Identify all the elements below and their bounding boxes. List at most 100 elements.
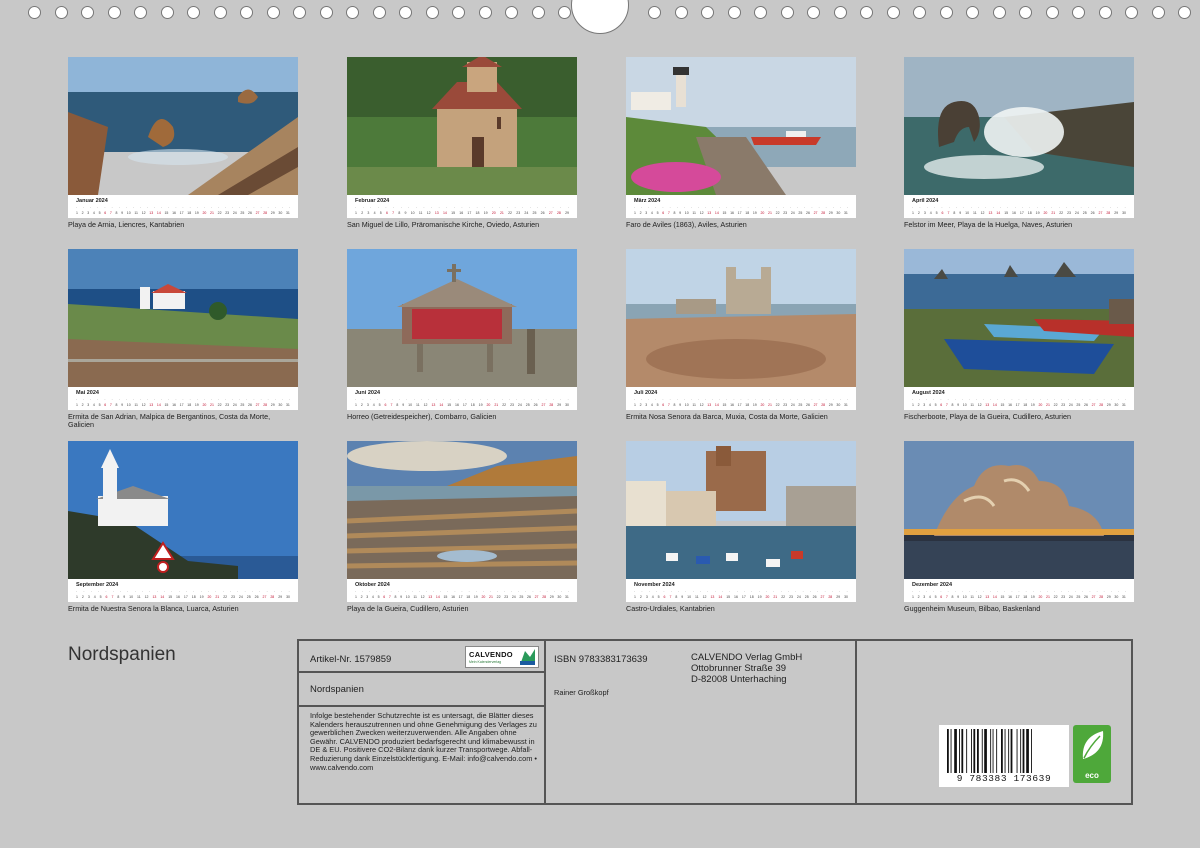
photo-march: [626, 57, 856, 195]
binding-hole: [505, 6, 518, 19]
binding-hole: [939, 6, 953, 19]
month-tile-january[interactable]: Januar 2024 · · · · · · · · · · · · · · · · · · · · · · · · · · · ·…: [68, 57, 298, 229]
binding-hole: [1178, 6, 1191, 19]
day-numbers: 1 2 3 4 5 6 7 8 9 10 11 12 13 14 15 16 17 18 19 20 21 22 23 24 2…: [634, 211, 848, 215]
day-numbers: 1 2 3 4 5 6 7 8 9 10 11 12 13 14 15 16 17 18 19 20 21 22 23 24 2…: [76, 595, 290, 599]
barcode-number: 9 783383 173639: [956, 773, 1052, 784]
calendar-grid: Dezember 2024 · · · · · · · · · · · · · · · · · · · · · · · · · ·…: [904, 579, 1134, 602]
legal-notice: Infolge bestehender Schutzrechte ist es …: [310, 711, 537, 772]
calendar-grid: Oktober 2024 · · · · · · · · · · · · · · · · · · · · · · · · · · ·…: [347, 579, 577, 602]
calendar-name: Nordspanien: [310, 684, 364, 695]
calendar-grid: Juni 2024 · · · · · · · · · · · · · · · · · · · · · · · · · · · · · ·…: [347, 387, 577, 410]
day-numbers: 1 2 3 4 5 6 7 8 9 10 11 12 13 14 15 16 17 18 19 20 21 22 23 24 2…: [912, 595, 1126, 599]
calvendo-mark-icon: [520, 649, 535, 665]
binding-hole: [1151, 6, 1165, 19]
binding-hole: [399, 6, 412, 19]
photo-caption: Faro de Aviles (1863), Aviles, Asturien: [626, 220, 747, 229]
publisher-name: CALVENDO Verlag GmbH: [691, 652, 803, 663]
calendar-grid: Juli 2024 · · · · · · · · · · · · · · · · · · · · · · · · · · · · · ·…: [626, 387, 856, 410]
divider: [544, 641, 546, 803]
day-numbers: 1 2 3 4 5 6 7 8 9 10 11 12 13 14 15 16 17 18 19 20 21 22 23 24 2…: [634, 403, 848, 407]
month-tile-march[interactable]: März 2024 · · · · · · · · · · · · · · · · · · · · · · · · · · · · · ·…: [626, 57, 856, 229]
day-numbers: 1 2 3 4 5 6 7 8 9 10 11 12 13 14 15 16 17 18 19 20 21 22 23 24 2…: [76, 211, 290, 215]
photo-august: [904, 249, 1134, 387]
month-tile-july[interactable]: Juli 2024 · · · · · · · · · · · · · · · · · · · · · · · · · · · · · ·…: [626, 249, 856, 421]
binding-hole: [727, 6, 741, 19]
binding-hole: [780, 6, 794, 19]
binding-hole: [701, 6, 714, 19]
hanger-cutout: [571, 0, 629, 34]
binding-hole: [372, 6, 386, 19]
binding-hole: [28, 6, 41, 19]
month-label: März 2024: [634, 198, 661, 204]
photo-caption: Playa de la Gueira, Cudillero, Asturien: [347, 604, 469, 613]
spiral-binding: [0, 0, 1200, 34]
author: Rainer Großkopf: [554, 688, 609, 697]
binding-hole: [558, 6, 571, 19]
binding-hole: [266, 6, 280, 19]
month-label: September 2024: [76, 582, 119, 588]
binding-hole: [674, 6, 688, 19]
month-label: August 2024: [912, 390, 945, 396]
photo-november: [626, 441, 856, 579]
binding-hole: [1045, 6, 1059, 19]
publisher-street: Ottobrunner Straße 39: [691, 663, 787, 674]
isbn-barcode: 9 783383 173639: [939, 725, 1069, 787]
binding-hole: [833, 6, 847, 19]
binding-hole: [160, 6, 174, 19]
binding-hole: [1098, 6, 1112, 19]
day-numbers: 1 2 3 4 5 6 7 8 9 10 11 12 13 14 15 16 17 18 19 20 21 22 23 24 2…: [912, 211, 1126, 215]
binding-hole: [425, 6, 439, 19]
month-label: Juli 2024: [634, 390, 658, 396]
binding-hole: [992, 6, 1006, 19]
photo-caption: Guggenheim Museum, Bilbao, Baskenland: [904, 604, 1041, 613]
divider: [299, 705, 544, 707]
photo-caption: Ermita de Nuestra Senora la Blanca, Luar…: [68, 604, 239, 613]
photo-caption: Horreo (Getreidespeicher), Combarro, Gal…: [347, 412, 497, 421]
photo-september: [68, 441, 298, 579]
photo-caption: Playa de Arnia, Liencres, Kantabrien: [68, 220, 185, 229]
month-tile-april[interactable]: April 2024 · · · · · · · · · · · · · · · · · · · · · · · · · · · · ·…: [904, 57, 1134, 229]
binding-hole: [1072, 6, 1085, 19]
month-tile-december[interactable]: Dezember 2024 · · · · · · · · · · · · · · · · · · · · · · · · · ·…: [904, 441, 1134, 613]
photo-october: [347, 441, 577, 579]
month-tile-may[interactable]: Mai 2024 · · · · · · · · · · · · · · · · · · · · · · · · · · · · · · ·…: [68, 249, 298, 429]
photo-june: [347, 249, 577, 387]
binding-hole: [478, 6, 492, 19]
binding-hole: [966, 6, 979, 19]
photo-july: [626, 249, 856, 387]
photo-april: [904, 57, 1134, 195]
photo-caption: Castro-Urdiales, Kantabrien: [626, 604, 715, 613]
month-label: Februar 2024: [355, 198, 390, 204]
month-label: November 2024: [634, 582, 675, 588]
month-label: Juni 2024: [355, 390, 381, 396]
binding-hole: [213, 6, 227, 19]
month-tile-june[interactable]: Juni 2024 · · · · · · · · · · · · · · · · · · · · · · · · · · · · · ·…: [347, 249, 577, 421]
binding-hole: [452, 6, 465, 19]
calendar-title: Nordspanien: [68, 644, 176, 665]
month-tile-october[interactable]: Oktober 2024 · · · · · · · · · · · · · · · · · · · · · · · · · · ·…: [347, 441, 577, 613]
month-tile-november[interactable]: November 2024 · · · · · · · · · · · · · · · · · · · · · · · · · ·…: [626, 441, 856, 613]
isbn: ISBN 9783383173639: [554, 654, 648, 665]
binding-hole: [807, 6, 820, 19]
barcode-icon: [947, 729, 1032, 773]
day-numbers: 1 2 3 4 5 6 7 8 9 10 11 12 13 14 15 16 17 18 19 20 21 22 23 24 2…: [355, 211, 569, 215]
binding-hole: [319, 6, 333, 19]
month-label: April 2024: [912, 198, 939, 204]
binding-hole: [107, 6, 121, 19]
day-numbers: 1 2 3 4 5 6 7 8 9 10 11 12 13 14 15 16 17 18 19 20 21 22 23 24 2…: [355, 403, 569, 407]
calendar-grid: März 2024 · · · · · · · · · · · · · · · · · · · · · · · · · · · · · ·…: [626, 195, 856, 218]
calendar-grid: November 2024 · · · · · · · · · · · · · · · · · · · · · · · · · ·…: [626, 579, 856, 602]
binding-hole: [81, 6, 94, 19]
calendar-grid: August 2024 · · · · · · · · · · · · · · · · · · · · · · · · · · · ·…: [904, 387, 1134, 410]
month-tile-september[interactable]: September 2024 · · · · · · · · · · · · · · · · · · · · · · · · ·…: [68, 441, 298, 613]
day-numbers: 1 2 3 4 5 6 7 8 9 10 11 12 13 14 15 16 17 18 19 20 21 22 23 24 2…: [355, 595, 569, 599]
binding-hole: [913, 6, 926, 19]
binding-hole: [54, 6, 68, 19]
calendar-grid: Mai 2024 · · · · · · · · · · · · · · · · · · · · · · · · · · · · · · ·…: [68, 387, 298, 410]
calendar-grid: Februar 2024 · · · · · · · · · · · · · · · · · · · · · · · · · · ·…: [347, 195, 577, 218]
month-tile-august[interactable]: August 2024 · · · · · · · · · · · · · · · · · · · · · · · · · · · ·…: [904, 249, 1134, 421]
binding-hole: [1019, 6, 1032, 19]
photo-may: [68, 249, 298, 387]
month-tile-february[interactable]: Februar 2024 · · · · · · · · · · · · · · · · · · · · · · · · · · ·…: [347, 57, 577, 229]
